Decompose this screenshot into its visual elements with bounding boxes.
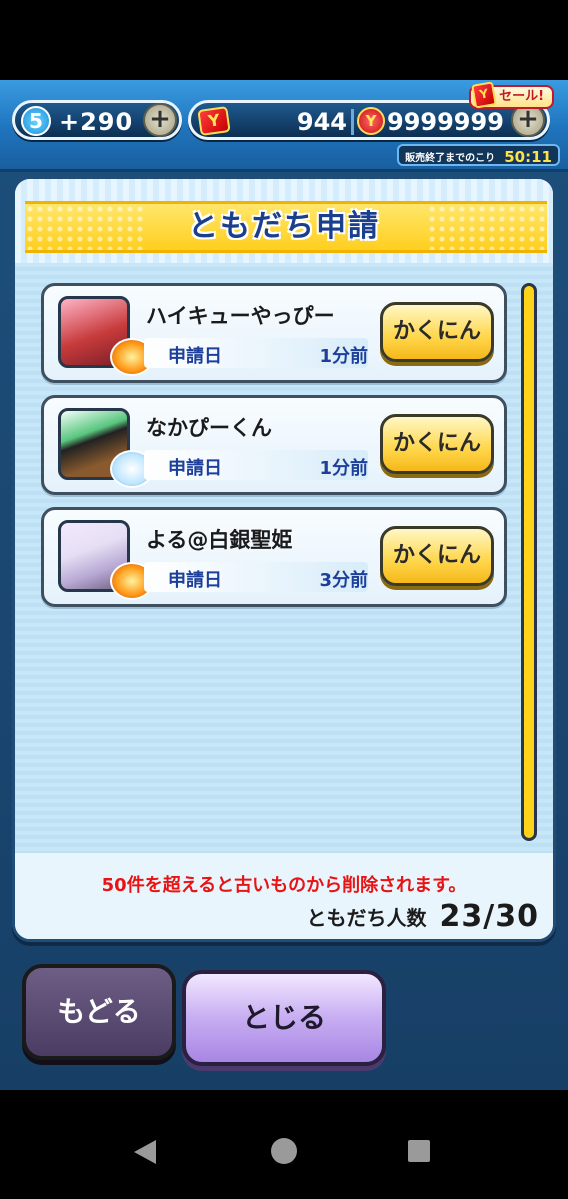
date-label: 申請日 [168, 458, 222, 479]
friend-request-dialog: ともだち申請 ハイキューやっぴー 申請日 1分前 かくにん なかぴーくん 申請日 [12, 176, 556, 942]
divider [351, 109, 354, 135]
close-button[interactable]: とじる [182, 970, 386, 1066]
stamina-value: +290 [59, 108, 134, 136]
back-button[interactable]: もどる [22, 964, 176, 1060]
coin-icon: Y [357, 107, 385, 135]
date-label: 申請日 [168, 570, 222, 591]
status-bar [0, 0, 568, 80]
sale-timer-value: 50:11 [504, 147, 552, 166]
date-label: 申請日 [168, 346, 222, 367]
request-row: なかぴーくん 申請日 1分前 かくにん [41, 395, 507, 495]
confirm-button[interactable]: かくにん [380, 526, 494, 586]
sale-timer: 販売終了までのこり 50:11 [397, 144, 560, 166]
ticket-count: 944 [296, 108, 347, 136]
nav-recents-icon[interactable] [408, 1140, 430, 1162]
stamina-pill: 5 +290 + [12, 100, 182, 140]
deletion-warning: 50件を超えると古いものから削除されます。 [101, 875, 467, 896]
request-date: 申請日 1分前 [144, 338, 368, 368]
request-name: よる@白銀聖姫 [146, 528, 293, 552]
nav-back-icon[interactable] [134, 1140, 156, 1164]
game-screen: 5 +290 + Y 944 Y 9999999 + Y セール! 販売終了まで… [0, 80, 568, 1090]
request-list[interactable]: ハイキューやっぴー 申請日 1分前 かくにん なかぴーくん 申請日 1分前 かく… [15, 263, 553, 853]
sale-ticket-icon: Y [471, 81, 497, 109]
date-value: 1分前 [319, 458, 368, 479]
scrollbar[interactable] [521, 283, 537, 841]
dialog-header: ともだち申請 [15, 179, 553, 263]
request-name: ハイキューやっぴー [146, 304, 335, 328]
stamina-icon: 5 [21, 106, 51, 136]
sale-timer-label: 販売終了までのこり [405, 153, 496, 164]
confirm-button[interactable]: かくにん [380, 302, 494, 362]
request-row: ハイキューやっぴー 申請日 1分前 かくにん [41, 283, 507, 383]
add-stamina-button[interactable]: + [143, 103, 177, 137]
request-date: 申請日 3分前 [144, 562, 368, 592]
request-row: よる@白銀聖姫 申請日 3分前 かくにん [41, 507, 507, 607]
currency-bar: 5 +290 + Y 944 Y 9999999 + Y セール! 販売終了まで… [0, 80, 568, 172]
nav-home-icon[interactable] [271, 1138, 297, 1164]
request-date: 申請日 1分前 [144, 450, 368, 480]
ticket-icon: Y [197, 106, 231, 136]
date-value: 1分前 [319, 346, 368, 367]
request-name: なかぴーくん [146, 416, 272, 440]
dialog-footer: 50件を超えると古いものから削除されます。 ともだち人数 23/30 [15, 853, 553, 939]
friend-count-value: 23/30 [439, 899, 539, 934]
sale-badge[interactable]: Y セール! [469, 81, 554, 109]
android-nav-bar [0, 1090, 568, 1199]
friend-count-label: ともだち人数 [306, 906, 427, 930]
dialog-title: ともだち申請 [188, 209, 380, 244]
date-value: 3分前 [319, 570, 368, 591]
sale-label: セール! [499, 89, 544, 104]
confirm-button[interactable]: かくにん [380, 414, 494, 474]
coin-count: 9999999 [387, 108, 504, 136]
friend-count: ともだち人数 23/30 [306, 899, 539, 934]
